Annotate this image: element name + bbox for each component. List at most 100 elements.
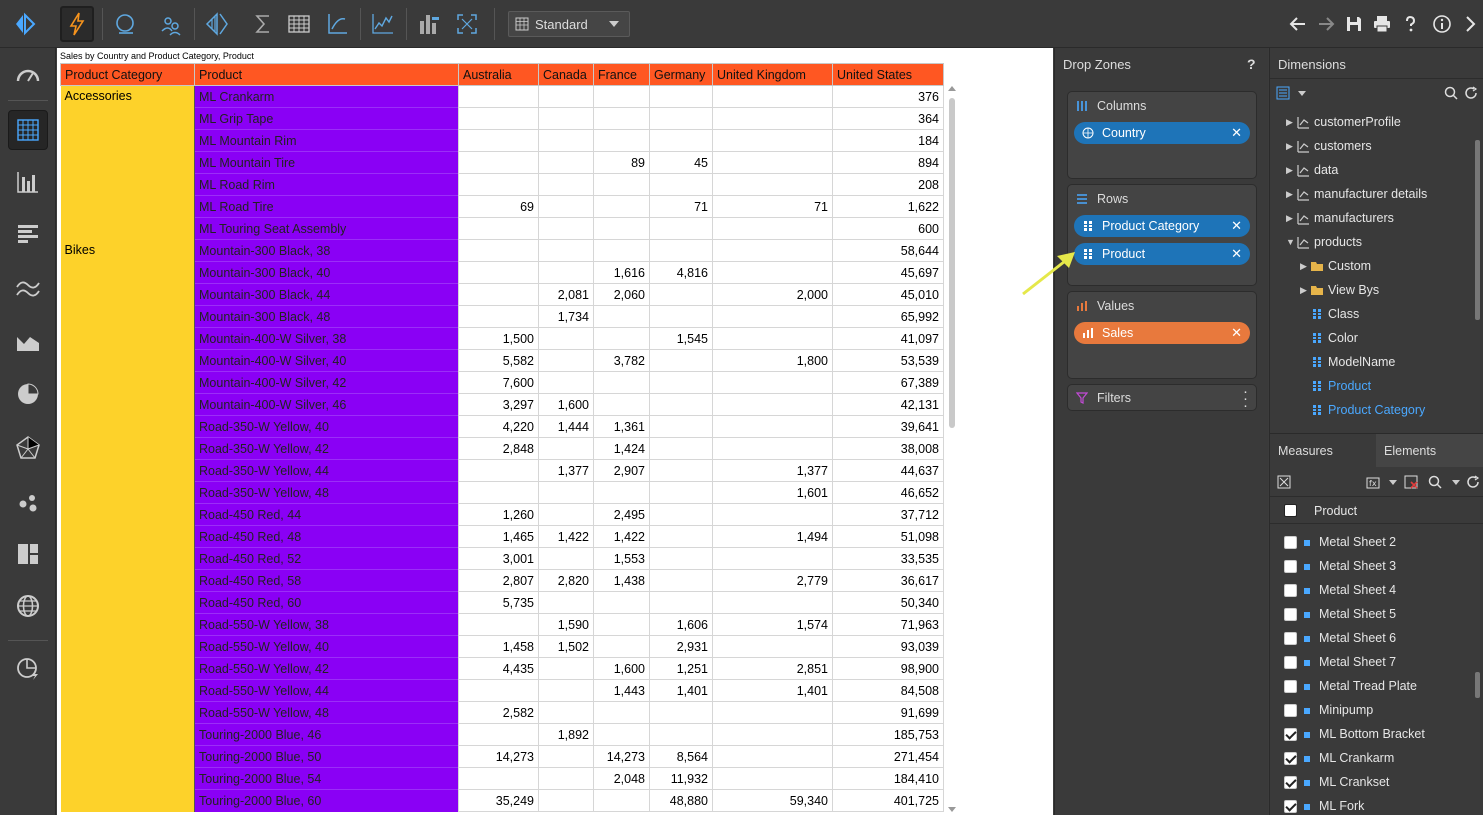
tree-item[interactable]: ▶ customerProfile bbox=[1270, 110, 1476, 134]
value-cell[interactable] bbox=[593, 635, 650, 658]
tree-item[interactable]: ▶ Custom bbox=[1270, 254, 1476, 278]
value-cell[interactable] bbox=[538, 547, 594, 570]
product-cell[interactable]: ML Road Tire bbox=[194, 195, 459, 218]
value-cell[interactable]: 42,131 bbox=[832, 393, 944, 416]
pie-chart-icon[interactable] bbox=[8, 374, 48, 414]
value-cell[interactable]: 33,535 bbox=[832, 547, 944, 570]
value-cell[interactable] bbox=[649, 525, 713, 548]
refresh-icon[interactable] bbox=[1464, 86, 1478, 100]
value-cell[interactable] bbox=[593, 85, 650, 108]
value-cell[interactable] bbox=[593, 129, 650, 152]
element-label[interactable]: Metal Sheet 4 bbox=[1319, 583, 1396, 597]
value-cell[interactable] bbox=[593, 393, 650, 416]
value-cell[interactable] bbox=[538, 591, 594, 614]
scroll-down-icon[interactable] bbox=[948, 807, 956, 812]
value-cell[interactable] bbox=[458, 283, 539, 306]
element-label[interactable]: ML Bottom Bracket bbox=[1319, 727, 1425, 741]
value-cell[interactable]: 1,601 bbox=[712, 481, 833, 504]
value-cell[interactable]: 1,361 bbox=[593, 415, 650, 438]
value-cell[interactable]: 1,444 bbox=[538, 415, 594, 438]
save-icon[interactable] bbox=[1342, 12, 1366, 36]
value-cell[interactable] bbox=[538, 679, 594, 702]
element-checkbox[interactable] bbox=[1284, 800, 1297, 813]
value-cell[interactable] bbox=[538, 481, 594, 504]
product-cell[interactable]: Road-350-W Yellow, 48 bbox=[194, 481, 459, 504]
reset-axis-icon[interactable] bbox=[320, 6, 354, 42]
collapsed-arrow-icon[interactable]: ▶ bbox=[1286, 165, 1296, 176]
info-icon[interactable] bbox=[1430, 12, 1454, 36]
product-cell[interactable]: Mountain-400-W Silver, 40 bbox=[194, 349, 459, 372]
value-cell[interactable] bbox=[458, 173, 539, 196]
treemap-icon[interactable] bbox=[8, 534, 48, 574]
value-cell[interactable]: 84,508 bbox=[832, 679, 944, 702]
element-label[interactable]: ML Crankarm bbox=[1319, 751, 1394, 765]
tree-item[interactable]: ▶ data bbox=[1270, 158, 1476, 182]
value-cell[interactable] bbox=[649, 701, 713, 724]
column-header[interactable]: Germany bbox=[649, 63, 713, 86]
horizontal-bar-icon[interactable] bbox=[8, 214, 48, 254]
value-cell[interactable] bbox=[712, 129, 833, 152]
value-cell[interactable]: 2,851 bbox=[712, 657, 833, 680]
value-cell[interactable] bbox=[649, 173, 713, 196]
more-vertical-icon[interactable]: · · · bbox=[1243, 384, 1248, 413]
value-cell[interactable]: 4,816 bbox=[649, 261, 713, 284]
value-cell[interactable]: 65,992 bbox=[832, 305, 944, 328]
value-cell[interactable] bbox=[538, 129, 594, 152]
collapsed-arrow-icon[interactable]: ▶ bbox=[1300, 285, 1310, 296]
value-cell[interactable]: 59,340 bbox=[712, 789, 833, 812]
tree-item[interactable]: Class bbox=[1270, 302, 1476, 326]
element-label[interactable]: Metal Tread Plate bbox=[1319, 679, 1417, 693]
value-cell[interactable]: 11,932 bbox=[649, 767, 713, 790]
expanded-arrow-icon[interactable]: ▼ bbox=[1286, 237, 1296, 247]
value-cell[interactable]: 4,220 bbox=[458, 415, 539, 438]
value-cell[interactable]: 1,553 bbox=[593, 547, 650, 570]
column-header[interactable]: Product bbox=[194, 63, 459, 86]
filters-zone[interactable]: Filters · · · bbox=[1067, 384, 1257, 413]
search-icon[interactable] bbox=[1428, 475, 1442, 489]
value-cell[interactable]: 41,097 bbox=[832, 327, 944, 350]
value-cell[interactable]: 1,500 bbox=[458, 327, 539, 350]
value-cell[interactable] bbox=[538, 195, 594, 218]
remove-icon[interactable]: ✕ bbox=[1231, 246, 1242, 262]
value-cell[interactable] bbox=[649, 415, 713, 438]
column-header[interactable]: United Kingdom bbox=[712, 63, 833, 86]
remove-filter-icon[interactable] bbox=[1404, 475, 1418, 489]
product-cell[interactable]: ML Crankarm bbox=[194, 85, 459, 108]
value-cell[interactable] bbox=[593, 591, 650, 614]
category-cell[interactable]: Accessories bbox=[60, 85, 195, 240]
value-cell[interactable] bbox=[458, 151, 539, 174]
value-cell[interactable] bbox=[649, 569, 713, 592]
value-cell[interactable]: 1,458 bbox=[458, 635, 539, 658]
value-cell[interactable]: 2,060 bbox=[593, 283, 650, 306]
value-cell[interactable] bbox=[649, 217, 713, 240]
value-cell[interactable] bbox=[458, 613, 539, 636]
collapsed-arrow-icon[interactable]: ▶ bbox=[1286, 117, 1296, 128]
value-cell[interactable] bbox=[458, 217, 539, 240]
value-cell[interactable] bbox=[593, 481, 650, 504]
value-cell[interactable] bbox=[593, 723, 650, 746]
value-cell[interactable]: 185,753 bbox=[832, 723, 944, 746]
tree-item[interactable]: ▶ customers bbox=[1270, 134, 1476, 158]
column-pill-country[interactable]: Country ✕ bbox=[1074, 122, 1250, 144]
product-cell[interactable]: Road-550-W Yellow, 38 bbox=[194, 613, 459, 636]
product-cell[interactable]: ML Grip Tape bbox=[194, 107, 459, 130]
value-cell[interactable]: 271,454 bbox=[832, 745, 944, 768]
value-cell[interactable]: 894 bbox=[832, 151, 944, 174]
gauge-icon[interactable] bbox=[8, 56, 48, 96]
scrollbar-thumb[interactable] bbox=[949, 98, 955, 428]
value-cell[interactable]: 3,001 bbox=[458, 547, 539, 570]
value-cell[interactable]: 67,389 bbox=[832, 371, 944, 394]
value-cell[interactable]: 2,495 bbox=[593, 503, 650, 526]
value-cell[interactable] bbox=[712, 371, 833, 394]
product-cell[interactable]: Touring-2000 Blue, 54 bbox=[194, 767, 459, 790]
tree-view-toggle[interactable] bbox=[1276, 86, 1306, 100]
chevron-down-icon[interactable] bbox=[1452, 480, 1460, 485]
product-cell[interactable]: Road-550-W Yellow, 42 bbox=[194, 657, 459, 680]
tree-item[interactable]: Color bbox=[1270, 326, 1476, 350]
grid-visual-icon[interactable] bbox=[8, 110, 48, 150]
remove-icon[interactable]: ✕ bbox=[1231, 325, 1242, 341]
collapsed-arrow-icon[interactable]: ▶ bbox=[1286, 189, 1296, 200]
value-cell[interactable]: 1,800 bbox=[712, 349, 833, 372]
product-cell[interactable]: Mountain-400-W Silver, 46 bbox=[194, 393, 459, 416]
product-cell[interactable]: Road-350-W Yellow, 44 bbox=[194, 459, 459, 482]
